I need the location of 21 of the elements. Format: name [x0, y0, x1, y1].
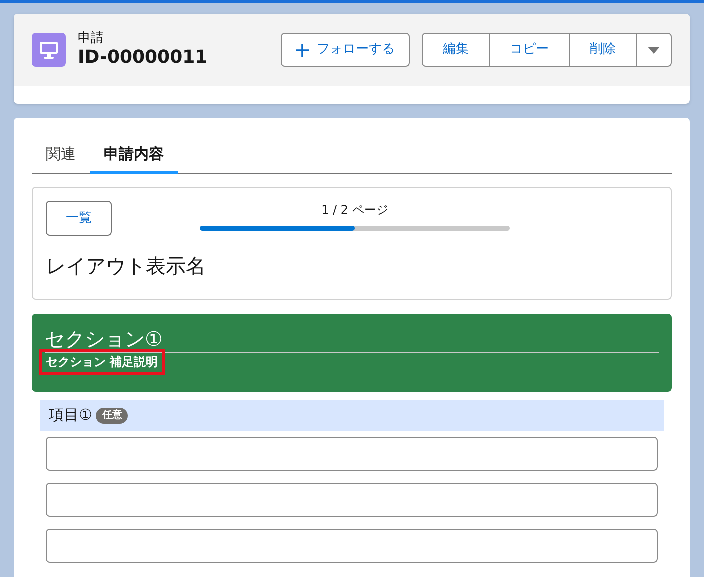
caret-icon	[648, 46, 660, 54]
input-field[interactable]	[46, 437, 658, 471]
tab[interactable]: 関連	[32, 138, 90, 174]
record-name: ID-00000011	[78, 47, 208, 69]
action-button[interactable]: 削除	[570, 34, 637, 66]
section-title: セクション①	[45, 326, 163, 352]
object-type: 申請	[78, 31, 105, 47]
tab[interactable]: 申請内容	[90, 138, 178, 174]
action-button[interactable]: コピー	[490, 34, 570, 66]
layout-name: レイアウト表示名	[46, 253, 206, 280]
page-indicator: 1 / 2 ページ	[322, 202, 388, 219]
field-label: 項目①	[49, 405, 92, 426]
input-field[interactable]	[46, 483, 658, 517]
list-button[interactable]: 一覧	[46, 201, 112, 236]
action-button[interactable]: 編集	[423, 34, 490, 66]
input-field[interactable]	[46, 529, 658, 563]
plus-icon	[296, 44, 309, 56]
optional-badge: 任意	[96, 408, 128, 424]
follow-button[interactable]: フォローする	[281, 33, 410, 67]
section-description: セクション 補足説明	[39, 349, 166, 375]
monitor-icon	[32, 33, 66, 67]
